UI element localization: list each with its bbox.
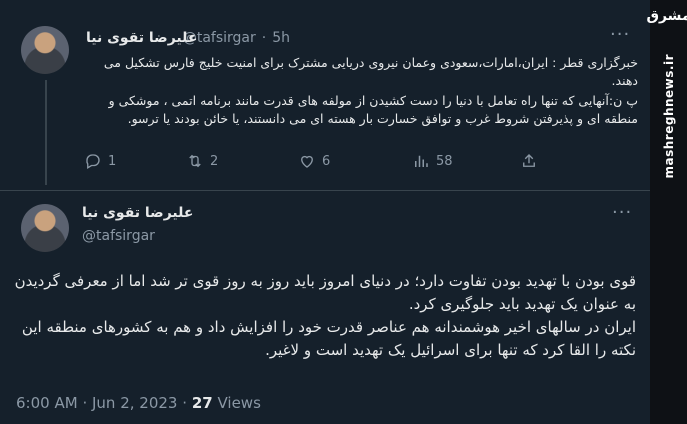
like-icon [301, 155, 313, 168]
retweet-icon [189, 154, 201, 168]
author-name[interactable]: علیرضا تقوی نیا [82, 205, 193, 221]
avatar[interactable] [21, 26, 69, 74]
separator: · [182, 394, 188, 412]
share-icon [523, 154, 535, 167]
reply-icon [86, 154, 100, 169]
views-icon [415, 155, 428, 167]
share-button[interactable] [520, 152, 538, 170]
views-label: Views [217, 394, 261, 412]
tweet-2-line-2: ایران در سالهای اخیر هوشمندانه هم عناصر … [21, 318, 636, 359]
tweet-1-actions: 1 2 6 58 [80, 152, 550, 178]
retweet-count: 2 [210, 153, 219, 169]
avatar[interactable] [21, 204, 69, 252]
retweet-button[interactable]: 2 [186, 152, 218, 170]
thread-line [45, 80, 47, 185]
like-button[interactable]: 6 [298, 152, 330, 170]
tweet-1[interactable]: @tafsirgar · 5h علیرضا تقوی نیا ··· خبرگ… [0, 0, 650, 190]
watermark-url: mashreghnews.ir [661, 54, 676, 179]
tweet-2-text: قوی بودن با تهدید بودن تفاوت دارد؛ در دن… [14, 270, 636, 362]
tweet-1-line-1: خبرگزاری قطر : ایران،امارات،سعودی وعمان … [103, 55, 638, 88]
tweet-2-author: علیرضا تقوی نیا [82, 205, 193, 221]
reply-count: 1 [108, 153, 117, 169]
like-count: 6 [322, 153, 331, 169]
views-count: 58 [436, 153, 453, 169]
handle[interactable]: @tafsirgar [82, 228, 155, 244]
reply-button[interactable]: 1 [84, 152, 116, 170]
views-count[interactable]: 27 [192, 394, 213, 412]
tweet-2-line-1: قوی بودن با تهدید بودن تفاوت دارد؛ در دن… [14, 272, 636, 313]
timestamp[interactable]: 5h [272, 30, 290, 46]
separator: · [261, 30, 267, 46]
separator: · [82, 394, 88, 412]
divider [0, 190, 650, 191]
author-name[interactable]: علیرضا تقوی نیا [86, 30, 197, 46]
more-icon[interactable]: ··· [612, 202, 632, 223]
views-button[interactable]: 58 [412, 152, 453, 170]
watermark-logo: مشرق [646, 8, 687, 24]
watermark-strip: مشرق mashreghnews.ir [646, 0, 687, 424]
tweet-1-text: خبرگزاری قطر : ایران،امارات،سعودی وعمان … [88, 54, 638, 130]
tweet-1-line-2: پ ن:آنهایی که تنها راه تعامل با دنیا را … [108, 93, 638, 126]
more-icon[interactable]: ··· [610, 24, 630, 45]
tweet-time[interactable]: 6:00 AM [16, 394, 78, 412]
tweet-2-handle-wrap: @tafsirgar [82, 228, 155, 244]
author-name-wrap: علیرضا تقوی نیا [86, 30, 197, 46]
tweet-date[interactable]: Jun 2, 2023 [92, 394, 177, 412]
tweet-1-header: @tafsirgar · 5h [183, 30, 290, 46]
tweet-2-meta: 6:00 AM · Jun 2, 2023 · 27 Views [16, 394, 261, 412]
